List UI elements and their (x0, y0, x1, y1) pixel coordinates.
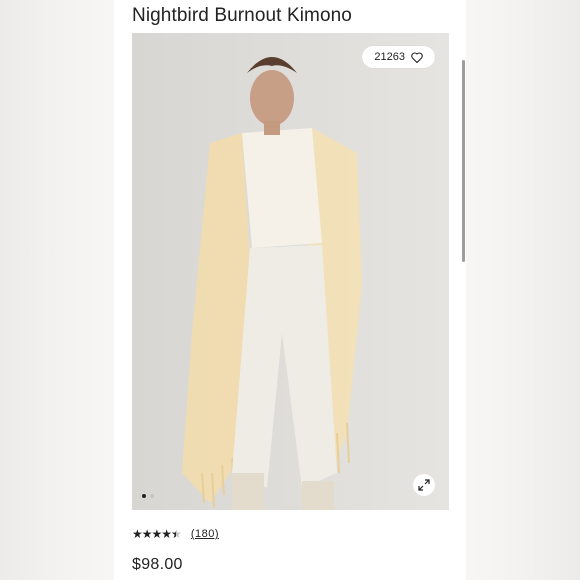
star-icon: ★ (151, 527, 163, 541)
heart-outline-icon (411, 51, 423, 63)
like-count: 21263 (374, 51, 405, 63)
carousel-indicators (142, 494, 154, 498)
carousel-dot[interactable] (142, 494, 146, 498)
product-image[interactable]: 21263 (132, 33, 449, 510)
star-icon: ★ (132, 527, 143, 541)
review-count-link[interactable]: (180) (191, 528, 219, 540)
star-icon: ★ (141, 527, 153, 541)
like-button[interactable]: 21263 (362, 46, 435, 68)
left-background (0, 0, 114, 580)
scrollbar[interactable] (462, 60, 465, 262)
expand-arrows-icon (418, 479, 430, 491)
right-background (466, 0, 580, 580)
star-rating: ★ ★ ★ ★ ★ ★ (132, 527, 182, 541)
rating-row: ★ ★ ★ ★ ★ ★ (180) (132, 527, 219, 541)
product-price: $98.00 (132, 556, 183, 573)
product-card: Nightbird Burnout Kimono 21263 ★ ★ ★ ★ ★… (114, 0, 466, 580)
star-icon: ★ (161, 527, 172, 541)
product-title: Nightbird Burnout Kimono (132, 5, 352, 26)
half-star-icon: ★ ★ (171, 527, 182, 541)
carousel-dot[interactable] (150, 494, 154, 498)
product-photo-illustration (132, 33, 449, 510)
expand-image-button[interactable] (413, 474, 435, 496)
